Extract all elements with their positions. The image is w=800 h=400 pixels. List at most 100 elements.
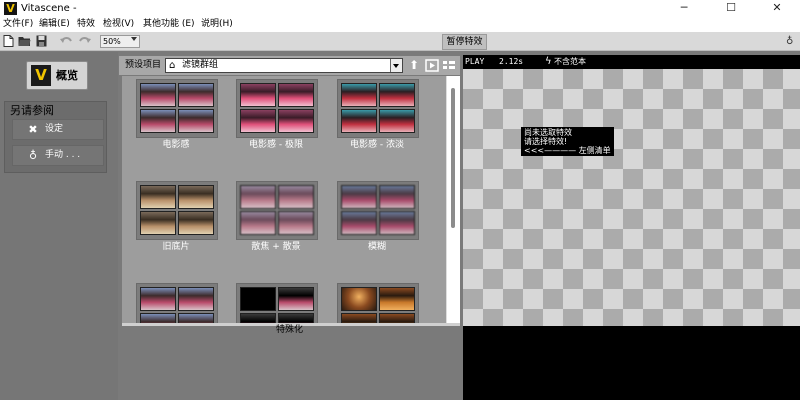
notice-line-2: 请选择特效! <box>524 137 568 146</box>
preset-thumbnail <box>178 313 214 323</box>
preset-card[interactable] <box>337 181 419 240</box>
preset-thumbnail <box>240 83 276 107</box>
preset-thumbnail <box>278 83 314 107</box>
preset-card[interactable] <box>236 181 318 240</box>
home-icon: ⌂ <box>169 60 176 71</box>
preset-card-label: 旧底片 <box>162 242 190 252</box>
preset-card[interactable] <box>337 79 419 138</box>
preset-thumbnail <box>379 211 415 235</box>
preset-thumbnail <box>278 287 314 311</box>
menu-edit[interactable]: 编辑(E) <box>39 17 70 32</box>
menu-view[interactable]: 检视(V) <box>103 17 134 32</box>
close-button[interactable]: ✕ <box>754 0 800 17</box>
overview-button[interactable]: V 概览 <box>26 61 88 90</box>
preset-card[interactable] <box>236 79 318 138</box>
lightbulb-icon: ♁ <box>28 149 38 162</box>
filter-group-select[interactable]: ⌂ 滤镜群组 <box>165 58 403 73</box>
scrollbar-thumb[interactable] <box>451 88 455 228</box>
list-view-icon[interactable] <box>442 58 456 73</box>
toolbar: 50% <box>0 32 800 51</box>
preset-thumbnail <box>140 83 176 107</box>
preset-thumbnail <box>341 109 377 133</box>
preset-thumbnail <box>240 109 276 133</box>
save-icon[interactable] <box>36 35 47 47</box>
preset-thumbnail <box>140 211 176 235</box>
see-also-title: 另请参阅 <box>10 104 54 117</box>
chevron-down-icon[interactable] <box>131 37 137 41</box>
preview-footer <box>463 326 800 400</box>
preset-thumbnail <box>178 83 214 107</box>
overview-label: 概览 <box>56 69 78 82</box>
time-readout: 2.12s <box>499 57 524 66</box>
chevron-down-icon[interactable] <box>390 59 402 72</box>
new-file-icon[interactable] <box>3 35 14 47</box>
no-effect-notice: 尚未选取特效 请选择特效! <<<———— 左侧清单 <box>521 127 614 156</box>
preset-thumbnail <box>379 185 415 209</box>
manual-button[interactable]: ♁ 手动 . . . <box>12 145 104 166</box>
menu-effects[interactable]: 特效 <box>77 17 95 32</box>
tools-icon: ✖ <box>28 123 38 136</box>
preset-thumbnail <box>341 185 377 209</box>
preset-card[interactable] <box>236 283 318 323</box>
preset-card-label: 电影感 - 浓淡 <box>350 140 404 150</box>
preview-canvas[interactable] <box>463 69 800 326</box>
preset-thumbnail <box>140 109 176 133</box>
preset-thumbnail <box>240 287 276 311</box>
manual-label: 手动 . . . <box>45 150 81 160</box>
preset-card[interactable] <box>136 283 218 323</box>
preset-thumbnail <box>278 211 314 235</box>
undo-icon[interactable] <box>60 35 73 47</box>
notice-line-3: <<<———— 左侧清单 <box>524 146 611 155</box>
preset-card-label: 模糊 <box>367 242 386 252</box>
vitascene-logo-icon: V <box>31 65 51 86</box>
preset-card-label: 电影感 - 极限 <box>249 140 303 150</box>
category-label: 特殊化 <box>276 325 304 335</box>
preset-thumbnail <box>240 185 276 209</box>
open-folder-icon[interactable] <box>18 35 31 47</box>
preset-thumbnail <box>341 211 377 235</box>
preset-card[interactable] <box>136 181 218 240</box>
menu-bar: 文件(F) 编辑(E) 特效 检视(V) 其他功能 (E) 说明(H) <box>0 17 800 32</box>
maximize-button[interactable]: ☐ <box>708 0 754 17</box>
preset-thumbnail <box>178 287 214 311</box>
preset-thumbnail <box>379 109 415 133</box>
preset-card-label: 散焦 + 散景 <box>251 242 301 252</box>
settings-button[interactable]: ✖ 设定 <box>12 119 104 140</box>
play-preview-icon[interactable] <box>425 58 439 73</box>
preset-thumbnail <box>140 313 176 323</box>
menu-other[interactable]: 其他功能 (E) <box>143 17 195 32</box>
preset-thumbnail <box>278 313 314 323</box>
minimize-button[interactable]: ─ <box>661 0 707 17</box>
preset-card[interactable] <box>337 283 419 323</box>
preset-thumbnail <box>379 313 415 323</box>
preset-thumbnail <box>379 83 415 107</box>
settings-label: 设定 <box>45 124 64 134</box>
preset-thumbnail <box>341 313 377 323</box>
preset-thumbnail <box>140 185 176 209</box>
filter-group-value: 滤镜群组 <box>182 60 219 70</box>
lightning-icon: ϟ <box>545 56 552 67</box>
preset-thumbnail <box>140 287 176 311</box>
up-arrow-icon[interactable]: ⬆ <box>407 58 421 73</box>
preset-card[interactable] <box>136 79 218 138</box>
redo-icon[interactable] <box>78 35 91 47</box>
preset-thumbnail <box>278 185 314 209</box>
play-status: PLAY <box>465 57 485 66</box>
no-template-label: 不含范本 <box>554 57 586 66</box>
preset-thumbnail <box>379 287 415 311</box>
pin-icon[interactable]: ♁ <box>786 36 796 48</box>
window-title: Vitascene - <box>21 3 77 14</box>
pause-effects-tab[interactable]: 暂停特效 <box>442 34 487 50</box>
preview-status-bar: PLAY 2.12s ϟ 不含范本 <box>463 55 800 69</box>
preset-label: 预设项目 <box>125 60 162 70</box>
preset-card-label: 电影感 <box>162 140 190 150</box>
preset-thumbnail <box>178 109 214 133</box>
preset-thumbnail <box>240 313 276 323</box>
preset-thumbnail <box>341 83 377 107</box>
app-logo-icon: V <box>4 2 17 15</box>
menu-help[interactable]: 说明(H) <box>201 17 233 32</box>
preset-thumbnail <box>341 287 377 311</box>
see-also-panel: 另请参阅 ✖ 设定 ♁ 手动 . . . <box>4 101 107 173</box>
title-bar: V Vitascene - ─ ☐ ✕ <box>0 0 800 17</box>
menu-file[interactable]: 文件(F) <box>3 17 33 32</box>
